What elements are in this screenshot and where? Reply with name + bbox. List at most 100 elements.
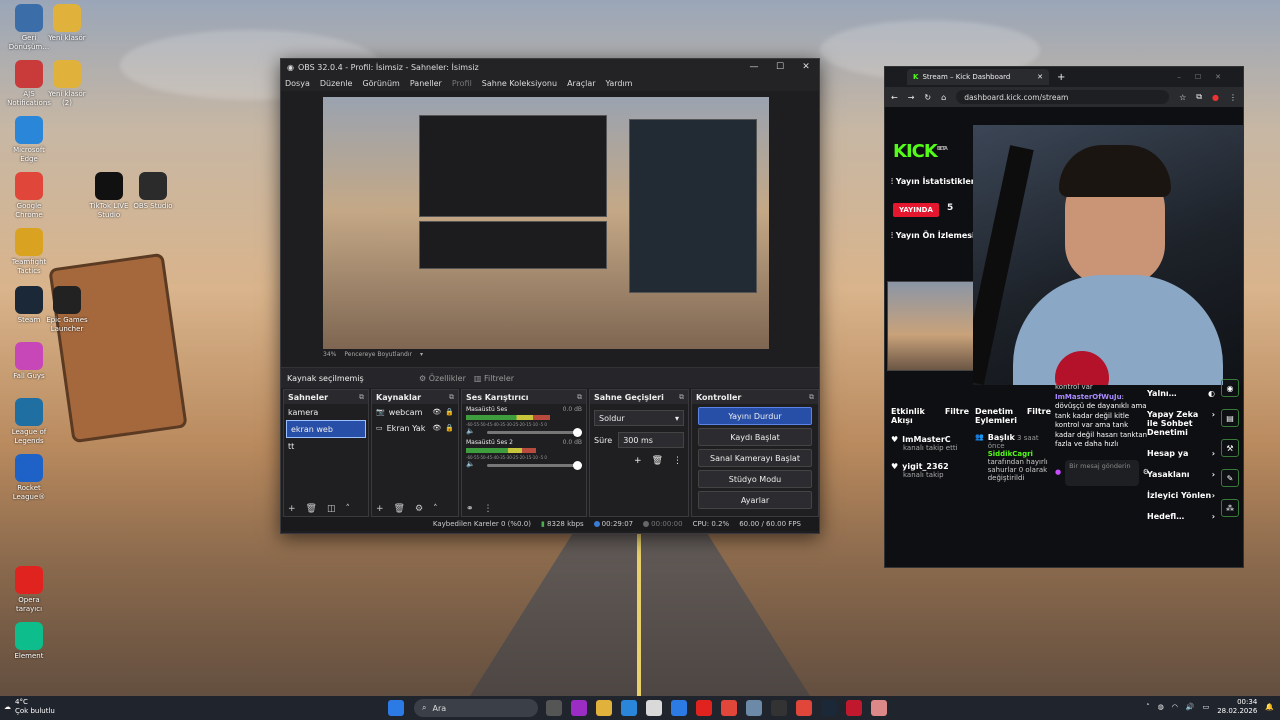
volume-icon[interactable]: 🔊 (1186, 703, 1195, 711)
side-menu-item[interactable]: Yasaklanı › (1147, 470, 1215, 479)
rail-icon[interactable]: ◉ (1221, 379, 1239, 397)
back-icon[interactable]: ← (891, 93, 898, 102)
side-menu-item[interactable]: Yapay Zeka ile Sohbet Denetimi › (1147, 410, 1215, 437)
taskbar-search[interactable]: ⌕ Ara (414, 699, 538, 717)
home-icon[interactable]: ⌂ (941, 93, 946, 102)
trash-icon[interactable]: 🗑 (394, 504, 405, 514)
desktop-icon[interactable]: League of Legends (6, 398, 52, 446)
task-view-icon[interactable] (546, 700, 562, 716)
notification-icon[interactable]: 🔔 (1265, 703, 1274, 711)
desktop-icon[interactable]: TikTok LIVE Studio (86, 172, 132, 220)
volume-knob[interactable] (573, 461, 582, 470)
obs-window[interactable]: ◉ OBS 32.0.4 - Profil: İsimsiz - Sahnele… (280, 58, 820, 534)
lock-icon[interactable]: 🔒 (445, 424, 454, 432)
desktop-icon[interactable]: Epic Games Launcher (44, 286, 90, 334)
desktop-icon[interactable]: Opera tarayıcı (6, 566, 52, 614)
app-icon[interactable] (571, 700, 587, 716)
source-item[interactable]: ▭ Ekran Yak 👁 🔒 (372, 420, 458, 436)
menu-item[interactable]: Yardım (606, 79, 633, 88)
side-menu-item[interactable]: Hedefl… › (1147, 512, 1215, 521)
chrome-icon[interactable] (721, 700, 737, 716)
obs-title-bar[interactable]: ◉ OBS 32.0.4 - Profil: İsimsiz - Sahnele… (281, 59, 819, 75)
extensions-icon[interactable]: ⧉ (1196, 92, 1202, 102)
address-bar[interactable]: dashboard.kick.com/stream (956, 90, 1170, 104)
desktop-icon[interactable]: Element (6, 622, 52, 661)
reload-icon[interactable]: ↻ (924, 93, 931, 102)
control-button[interactable]: Ayarlar (698, 491, 812, 509)
toggle-icon[interactable]: ◐ (1208, 389, 1215, 398)
app-icon[interactable] (871, 700, 887, 716)
obs-taskbar-icon[interactable] (771, 700, 787, 716)
filters-button[interactable]: ▥ Filtreler (474, 374, 514, 383)
duration-input[interactable]: 300 ms (618, 432, 684, 448)
menu-item[interactable]: Profil (452, 79, 472, 88)
gear-icon[interactable]: ⚙ (415, 504, 423, 514)
chevron-up-icon[interactable]: ˄ (346, 504, 351, 514)
maximize-icon[interactable]: ☐ (767, 62, 793, 72)
filter-icon[interactable]: ◫ (327, 504, 336, 514)
close-icon[interactable]: ✕ (793, 62, 819, 72)
stream-preview-thumbnail[interactable] (887, 281, 975, 371)
steam-icon[interactable] (821, 700, 837, 716)
rail-icon[interactable]: ⁂ (1221, 499, 1239, 517)
opera-icon[interactable] (696, 700, 712, 716)
side-menu-item[interactable]: Yalnı… ◐ (1147, 389, 1215, 398)
add-icon[interactable]: + (634, 456, 642, 466)
bookmark-star-icon[interactable]: ☆ (1179, 93, 1186, 102)
close-tab-icon[interactable]: ✕ (1037, 73, 1043, 81)
source-item[interactable]: 📷 webcam 👁 🔒 (372, 404, 458, 420)
minimize-icon[interactable]: — (741, 62, 767, 72)
side-menu-item[interactable]: İzleyici Yönlen › (1147, 491, 1215, 500)
chat-input[interactable]: Bir mesaj gönderin (1065, 459, 1139, 486)
mod-event-user[interactable]: SiddikCagri (988, 450, 1051, 458)
desktop-icon[interactable]: Microsoft Edge (6, 116, 52, 164)
window-controls[interactable]: –☐✕ (1177, 73, 1235, 81)
chevron-right-icon[interactable]: › (1212, 512, 1215, 521)
volume-knob[interactable] (573, 428, 582, 437)
battery-icon[interactable]: ▭ (1203, 703, 1210, 711)
chevron-down-icon[interactable]: ▾ (420, 351, 423, 358)
chevron-right-icon[interactable]: › (1212, 470, 1215, 479)
desktop-icon[interactable]: Yeni klasör (2) (44, 60, 90, 108)
desktop-icon[interactable]: Google Chrome (6, 172, 52, 220)
activity-filter[interactable]: Filtre (945, 407, 969, 425)
side-menu-item[interactable]: Hesap ya › (1147, 449, 1215, 458)
dock-menu-icon[interactable]: ⧉ (577, 393, 582, 402)
emote-icon[interactable]: ● (1055, 468, 1061, 478)
trash-icon[interactable]: 🗑 (652, 456, 663, 466)
chrome-icon[interactable] (796, 700, 812, 716)
chevron-right-icon[interactable]: › (1212, 491, 1215, 500)
mod-filter[interactable]: Filtre (1027, 407, 1051, 425)
add-icon[interactable]: + (288, 504, 296, 514)
wifi-icon[interactable]: ◠ (1172, 703, 1178, 711)
eye-icon[interactable]: 👁 (432, 408, 441, 416)
rail-icon[interactable]: ⚒ (1221, 439, 1239, 457)
browser-window[interactable]: K Stream – Kick Dashboard ✕ + –☐✕ ← → ↻ … (884, 66, 1244, 568)
menu-icon[interactable]: ⋮ (1229, 93, 1237, 102)
chevron-up-icon[interactable]: ˄ (433, 504, 438, 514)
menu-item[interactable]: Dosya (285, 79, 310, 88)
desktop-icon[interactable]: Yeni klasör (44, 4, 90, 43)
scene-item[interactable]: ekran web (286, 420, 366, 438)
chevron-up-icon[interactable]: ˄ (1146, 703, 1150, 711)
chat-username[interactable]: ImMasterOfWuJu (1055, 393, 1122, 401)
speaker-icon[interactable]: 🔈 (466, 427, 475, 435)
menu-item[interactable]: Sahne Koleksiyonu (482, 79, 557, 88)
obs-preview[interactable] (323, 97, 769, 349)
forward-icon[interactable]: → (908, 93, 915, 102)
chevron-right-icon[interactable]: › (1212, 410, 1215, 437)
more-icon[interactable]: ⋮ (484, 504, 493, 514)
browser-tab[interactable]: K Stream – Kick Dashboard ✕ (907, 69, 1049, 85)
menu-item[interactable]: Düzenle (320, 79, 353, 88)
clock[interactable]: 00:34 28.02.2026 (1217, 698, 1257, 716)
speaker-icon[interactable]: 🔈 (466, 460, 475, 468)
more-icon[interactable]: ⋮ (673, 456, 682, 466)
tray-icon[interactable]: ◍ (1158, 703, 1164, 711)
volume-slider[interactable] (486, 428, 582, 437)
activity-user[interactable]: ImMasterC (902, 435, 951, 444)
trash-icon[interactable]: 🗑 (306, 504, 317, 514)
app-icon[interactable] (846, 700, 862, 716)
activity-user[interactable]: yigit_2362 (902, 462, 949, 471)
file-explorer-icon[interactable] (596, 700, 612, 716)
add-icon[interactable]: + (376, 504, 384, 514)
